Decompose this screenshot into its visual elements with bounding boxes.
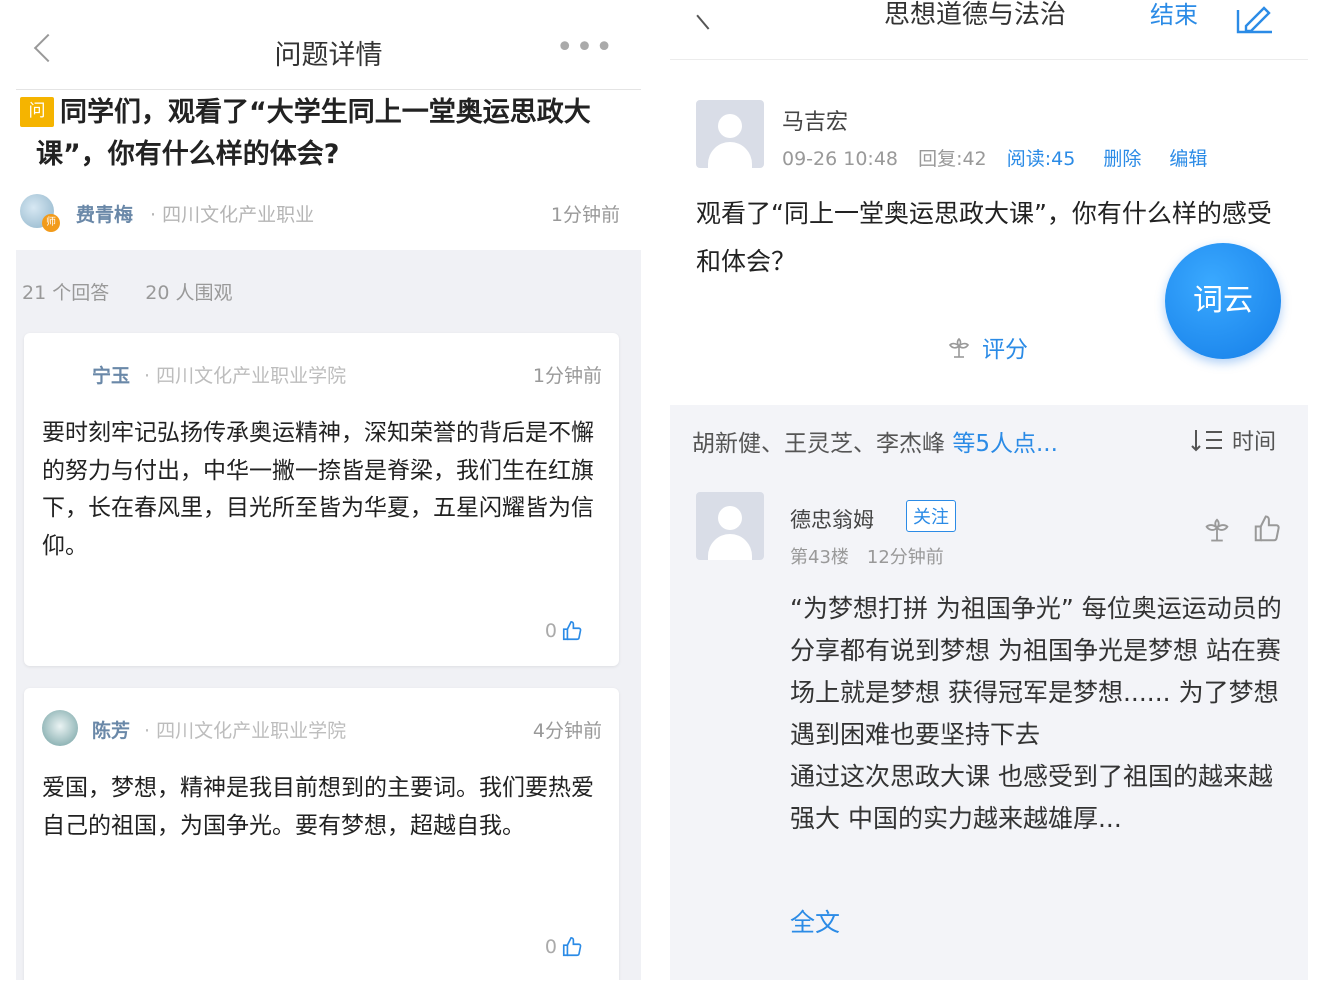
answer-header: 宁玉 · 四川文化产业职业学院 1分钟前 — [42, 359, 602, 389]
sort-label: 时间 — [1231, 430, 1276, 455]
like-button[interactable]: 0 — [545, 936, 583, 958]
topic-author-row: 马吉宏 09-26 10:48 回复:42 阅读:45 删除 编辑 — [696, 100, 1296, 170]
post-date: 09-26 10:48 — [782, 148, 899, 170]
topic-meta: 09-26 10:48 回复:42 阅读:45 删除 编辑 — [782, 144, 1207, 171]
reply-author[interactable]: 德忠翁姆 — [790, 504, 874, 534]
teacher-tag: 师 — [42, 214, 60, 232]
reply-meta: 第43楼 12分钟前 — [790, 543, 944, 569]
asker-time: 1分钟前 — [550, 204, 620, 226]
answer-body: 爱国，梦想，精神是我目前想到的主要词。我们要热爱自己的祖国，为国争光。要有梦想，… — [42, 775, 594, 839]
stats-row: 21 个回答 20 人围观 — [22, 278, 262, 305]
like-count: 0 — [544, 620, 557, 642]
viewer-count: 20 人围观 — [145, 282, 233, 304]
asker-row: 师 费青梅 · 四川文化产业职业 1分钟前 — [20, 192, 620, 232]
left-screen: 问题详情 ••• 问 同学们，观看了“大学生同上一堂奥运思政大课”，你有什么样的… — [16, 0, 641, 980]
full-text-link[interactable]: 全文 — [790, 903, 840, 939]
end-button[interactable]: 结束 — [1150, 2, 1198, 28]
flower-icon — [948, 337, 970, 358]
question-title: 同学们，观看了“大学生同上一堂奥运思政大课”，你有什么样的体会? — [36, 97, 591, 170]
answer-header: 陈芳 · 四川文化产业职业学院 4分钟前 — [42, 710, 602, 746]
page-title: 问题详情 — [274, 40, 383, 71]
answer-card[interactable]: 陈芳 · 四川文化产业职业学院 4分钟前 爱国，梦想，精神是我目前想到的主要词。… — [24, 688, 619, 980]
rate-label: 评分 — [982, 337, 1028, 363]
answer-author[interactable]: 宁玉 — [92, 361, 130, 388]
reply-count: 回复:42 — [918, 148, 987, 170]
avatar[interactable]: 师 — [20, 194, 60, 232]
sort-button[interactable]: 时间 — [1190, 424, 1276, 456]
floor-number: 第43楼 — [790, 547, 849, 568]
answer-card[interactable]: 宁玉 · 四川文化产业职业学院 1分钟前 要时刻牢记弘扬传承奥运精神，深知荣誉的… — [24, 333, 619, 666]
answer-time: 4分钟前 — [532, 720, 602, 742]
answer-org: · 四川文化产业职业学院 — [144, 365, 347, 387]
thumb-up-icon — [562, 937, 582, 957]
reply-time: 12分钟前 — [866, 547, 944, 568]
answer-time: 1分钟前 — [532, 365, 602, 387]
answer-org: · 四川文化产业职业学院 — [144, 720, 347, 742]
wordcloud-button[interactable]: 词云 — [1165, 243, 1281, 359]
back-arrow-icon[interactable] — [696, 4, 722, 30]
likers-more[interactable]: 等5人点... — [952, 431, 1058, 457]
thumb-up-icon — [562, 621, 582, 641]
asker-org: · 四川文化产业职业 — [150, 204, 315, 226]
more-icon[interactable]: ••• — [556, 33, 615, 63]
edit-icon[interactable] — [1236, 6, 1274, 36]
answer-body: 要时刻牢记弘扬传承奥运精神，深知荣誉的背后是不懈的努力与付出，中华一撇一捺皆是脊… — [42, 420, 594, 559]
right-screen: 思想道德与法治 结束 马吉宏 09-26 10:48 回复:42 阅读:45 删… — [670, 0, 1308, 980]
avatar[interactable] — [696, 100, 764, 168]
edit-button[interactable]: 编辑 — [1169, 148, 1207, 170]
thumb-up-icon[interactable] — [1252, 514, 1282, 544]
avatar[interactable] — [696, 492, 764, 560]
answer-count: 21 个回答 — [22, 282, 110, 304]
sort-icon — [1191, 430, 1222, 452]
reply-body: “为梦想打拼 为祖国争光” 每位奥运运动员的分享都有说到梦想 为祖国争光是梦想 … — [790, 594, 1282, 833]
flower-icon[interactable] — [1202, 514, 1232, 544]
author-name[interactable]: 马吉宏 — [782, 104, 848, 136]
likers-names: 胡新健、王灵芝、李杰峰 — [692, 431, 953, 457]
avatar[interactable] — [42, 710, 78, 746]
like-count: 0 — [544, 936, 557, 958]
likers-row: 胡新健、王灵芝、李杰峰 等5人点... — [692, 424, 1058, 458]
nav-bar: 问题详情 ••• — [16, 0, 641, 90]
delete-button[interactable]: 删除 — [1103, 148, 1141, 170]
asker-name[interactable]: 费青梅 — [76, 200, 133, 227]
rate-button[interactable]: 评分 — [946, 330, 1028, 364]
like-button[interactable]: 0 — [545, 620, 583, 642]
nav-bar: 思想道德与法治 结束 — [670, 0, 1308, 60]
answer-author[interactable]: 陈芳 — [92, 716, 130, 743]
page-title: 思想道德与法治 — [884, 0, 1067, 30]
read-count[interactable]: 阅读:45 — [1007, 148, 1076, 170]
follow-button[interactable]: 关注 — [906, 500, 956, 532]
reply-actions — [1202, 514, 1282, 544]
